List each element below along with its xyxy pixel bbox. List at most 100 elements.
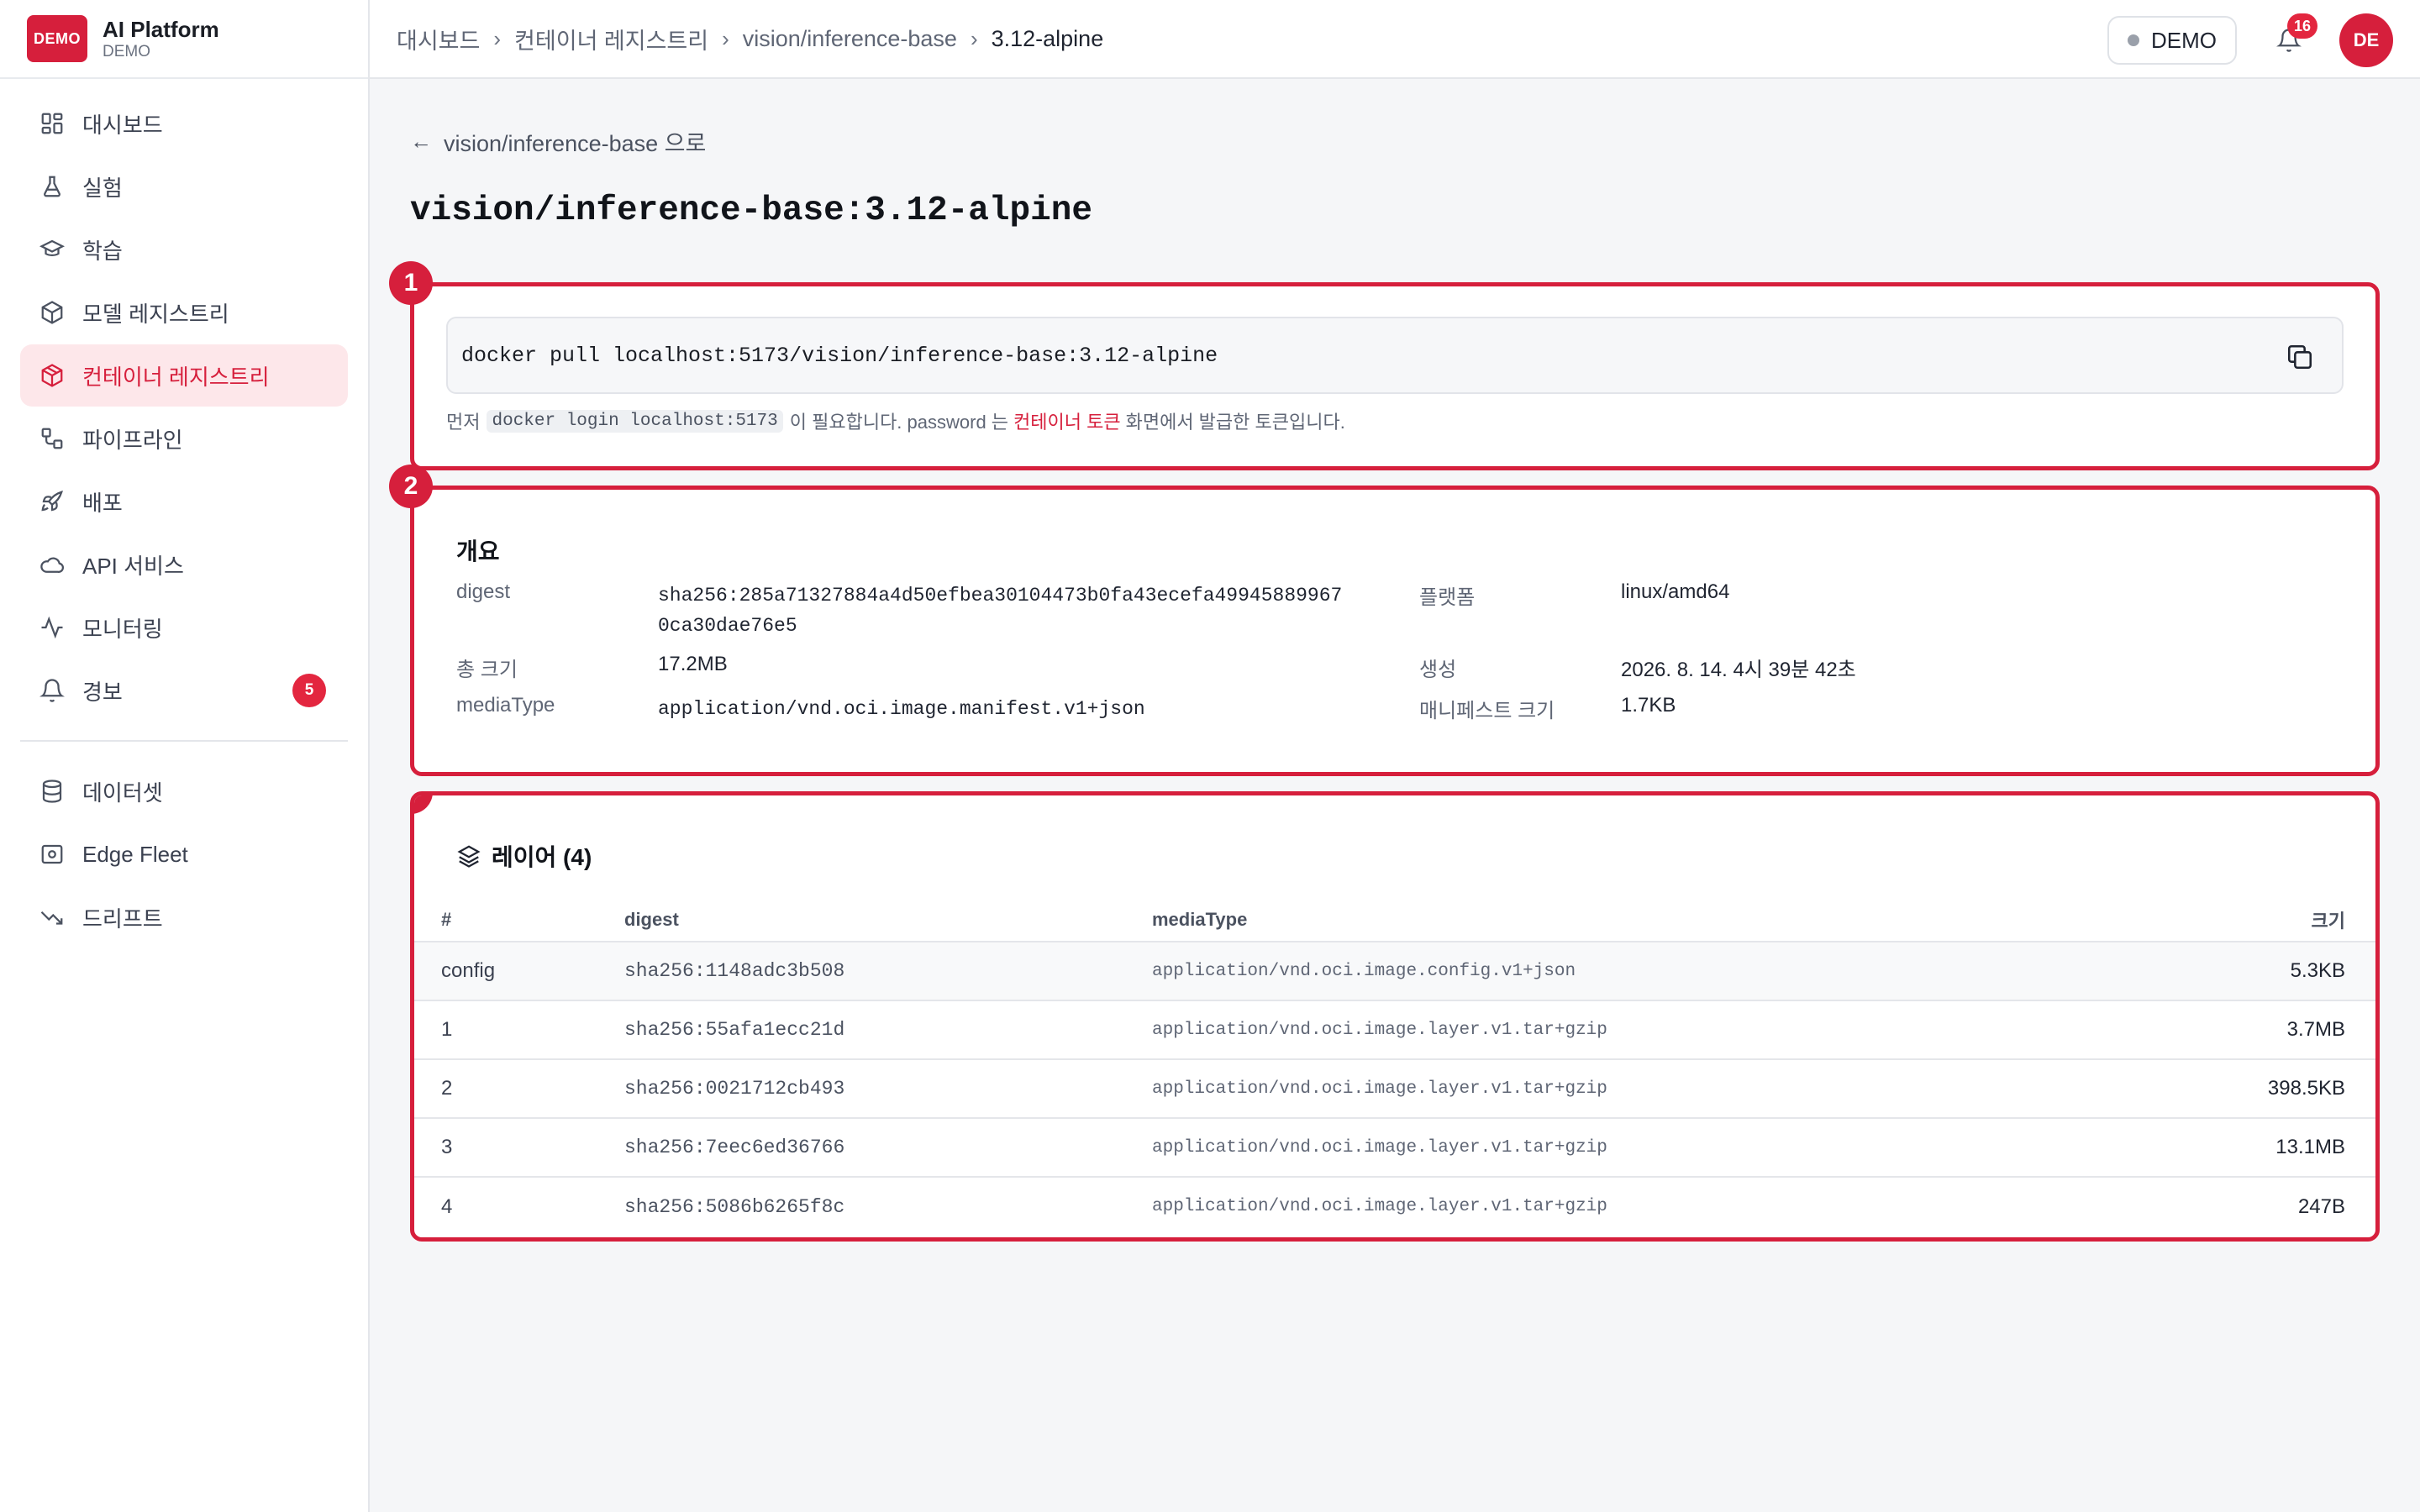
- layers-title: 레이어 (4): [414, 839, 2375, 873]
- layer-media-type: application/vnd.oci.image.layer.v1.tar+g…: [1152, 1000, 2142, 1060]
- layer-digest[interactable]: sha256:7eec6ed36766: [624, 1118, 1152, 1178]
- layer-size: 398.5KB: [2141, 1059, 2375, 1119]
- table-row: 4 sha256:5086b6265f8c application/vnd.oc…: [414, 1177, 2375, 1236]
- layers-table: # digest mediaType 크기 config sha256:1148…: [414, 898, 2375, 1236]
- layer-digest[interactable]: sha256:5086b6265f8c: [624, 1177, 1152, 1236]
- created-label: 생성: [1419, 659, 1457, 681]
- layer-media-type: application/vnd.oci.image.config.v1+json: [1152, 942, 2142, 1001]
- sidebar-nav: 대시보드 실험 학습 모델 레지스트리 컨테이너 레지스트리 파이프라인 배포 …: [0, 79, 368, 963]
- sidebar-item-label: 드리프트: [82, 906, 163, 932]
- overview-grid: digest sha256:285a71327884a4d50efbea3010…: [456, 580, 2333, 724]
- graduation-cap-icon: [39, 236, 66, 263]
- back-link-label: vision/inference-base 으로: [444, 130, 707, 156]
- breadcrumb-current: 3.12-alpine: [991, 25, 1104, 51]
- brand[interactable]: DEMO AI Platform DEMO: [0, 0, 368, 79]
- sidebar-item-deploy[interactable]: 배포: [20, 470, 348, 533]
- sidebar-item-api-service[interactable]: API 서비스: [20, 533, 348, 596]
- login-hint: 먼저 docker login localhost:5173 이 필요합니다. …: [446, 407, 2344, 434]
- brand-title: AI Platform: [103, 17, 219, 42]
- layer-index: 2: [414, 1059, 624, 1119]
- layers-icon: [457, 845, 481, 868]
- brand-subtitle: DEMO: [103, 43, 150, 60]
- page-content: ← vision/inference-base 으로 vision/infere…: [370, 79, 2420, 1242]
- page-title: vision/inference-base:3.12-alpine: [410, 192, 1092, 230]
- activity-icon: [39, 614, 66, 641]
- sidebar-item-label: 실험: [82, 175, 123, 201]
- sidebar-item-dashboard[interactable]: 대시보드: [20, 92, 348, 155]
- total-size-label: 총 크기: [456, 659, 518, 681]
- container-token-link[interactable]: 컨테이너 토큰: [1013, 407, 1121, 434]
- notifications-button[interactable]: 16: [2270, 13, 2317, 59]
- dashboard-icon: [39, 110, 66, 137]
- hint-prefix: 먼저: [446, 412, 481, 433]
- table-row: 2 sha256:0021712cb493 application/vnd.oc…: [414, 1059, 2375, 1119]
- layer-digest[interactable]: sha256:0021712cb493: [624, 1059, 1152, 1119]
- layer-index: 1: [414, 1000, 624, 1060]
- notification-count-badge: 16: [2287, 13, 2317, 39]
- layer-media-type: application/vnd.oci.image.layer.v1.tar+g…: [1152, 1118, 2142, 1178]
- layer-index: 3: [414, 1118, 624, 1178]
- layers-title-label: 레이어 (4): [492, 844, 592, 870]
- sidebar: DEMO AI Platform DEMO 대시보드 실험 학습 모델 레지스트…: [0, 0, 370, 1512]
- step-marker-3: 3: [414, 795, 433, 814]
- flask-icon: [39, 173, 66, 200]
- sidebar-item-label: 모니터링: [82, 616, 163, 642]
- layer-size: 3.7MB: [2141, 1000, 2375, 1060]
- edge-device-icon: [39, 841, 66, 868]
- layer-media-type: application/vnd.oci.image.layer.v1.tar+g…: [1152, 1197, 1607, 1216]
- manifest-size-label: 매니페스트 크기: [1419, 700, 1555, 722]
- environment-selector[interactable]: DEMO: [2107, 16, 2237, 65]
- sidebar-item-datasets[interactable]: 데이터셋: [20, 760, 348, 822]
- sidebar-item-experiments[interactable]: 실험: [20, 155, 348, 218]
- arrow-left-icon: ←: [410, 128, 432, 154]
- breadcrumb-container-registry[interactable]: 컨테이너 레지스트리: [514, 23, 708, 55]
- sidebar-item-label: 모델 레지스트리: [82, 301, 229, 327]
- bell-icon: [39, 677, 66, 704]
- pull-command-card: 1 docker pull localhost:5173/vision/infe…: [389, 261, 2380, 470]
- sidebar-divider: [20, 740, 348, 742]
- manifest-size-value: 1.7KB: [1621, 694, 1676, 717]
- sidebar-item-label: 경보: [82, 679, 123, 705]
- sidebar-item-label: 데이터셋: [82, 780, 163, 806]
- layer-index: 4: [441, 1194, 453, 1218]
- sidebar-item-pipeline[interactable]: 파이프라인: [20, 407, 348, 470]
- sidebar-item-monitoring[interactable]: 모니터링: [20, 596, 348, 659]
- avatar[interactable]: DE: [2339, 13, 2393, 67]
- main-area: 대시보드 › 컨테이너 레지스트리 › vision/inference-bas…: [370, 0, 2420, 1512]
- hint-suffix: 화면에서 발급한 토큰입니다.: [1125, 412, 1345, 433]
- sidebar-item-model-registry[interactable]: 모델 레지스트리: [20, 281, 348, 344]
- environment-label: DEMO: [2151, 27, 2217, 53]
- trend-down-icon: [39, 904, 66, 931]
- cloud-icon: [39, 551, 66, 578]
- column-header-media-type: mediaType: [1152, 898, 2142, 942]
- layer-digest[interactable]: sha256:1148adc3b508: [624, 942, 1152, 1001]
- sidebar-item-drift[interactable]: 드리프트: [20, 886, 348, 948]
- status-dot-icon: [2128, 34, 2139, 46]
- sidebar-item-label: 파이프라인: [82, 427, 183, 453]
- table-row: 1 sha256:55afa1ecc21d application/vnd.oc…: [414, 1000, 2375, 1060]
- database-icon: [39, 778, 66, 805]
- breadcrumb: 대시보드 › 컨테이너 레지스트리 › vision/inference-bas…: [397, 23, 1103, 55]
- alerts-count-badge: 5: [292, 674, 326, 707]
- sidebar-item-training[interactable]: 학습: [20, 218, 348, 281]
- breadcrumb-repository[interactable]: vision/inference-base: [743, 26, 957, 52]
- container-icon: [39, 362, 66, 389]
- breadcrumb-dashboard[interactable]: 대시보드: [397, 23, 480, 55]
- digest-line-1: sha256:285a71327884a4d50efbea30104473b0f…: [658, 585, 1343, 606]
- sidebar-item-alerts[interactable]: 경보 5: [20, 659, 348, 722]
- chevron-right-icon: ›: [493, 25, 502, 51]
- copy-button[interactable]: [2283, 340, 2317, 374]
- overview-title: 개요: [456, 538, 500, 564]
- digest-line-2: 0ca30dae76e5: [658, 615, 797, 637]
- back-link[interactable]: ← vision/inference-base 으로: [410, 124, 2380, 158]
- layer-digest[interactable]: sha256:55afa1ecc21d: [624, 1000, 1152, 1060]
- sidebar-item-container-registry[interactable]: 컨테이너 레지스트리: [20, 344, 348, 407]
- pull-command-text[interactable]: docker pull localhost:5173/vision/infere…: [461, 344, 1218, 368]
- created-value: 2026. 8. 14. 4시 39분 42초: [1621, 659, 1856, 681]
- sidebar-item-label: Edge Fleet: [82, 841, 188, 867]
- column-header-size: 크기: [2141, 898, 2375, 942]
- cube-icon: [39, 299, 66, 326]
- sidebar-item-edge-fleet[interactable]: Edge Fleet: [20, 823, 348, 885]
- digest-label: digest: [456, 580, 511, 603]
- digest-value[interactable]: sha256:285a71327884a4d50efbea30104473b0f…: [658, 580, 1419, 641]
